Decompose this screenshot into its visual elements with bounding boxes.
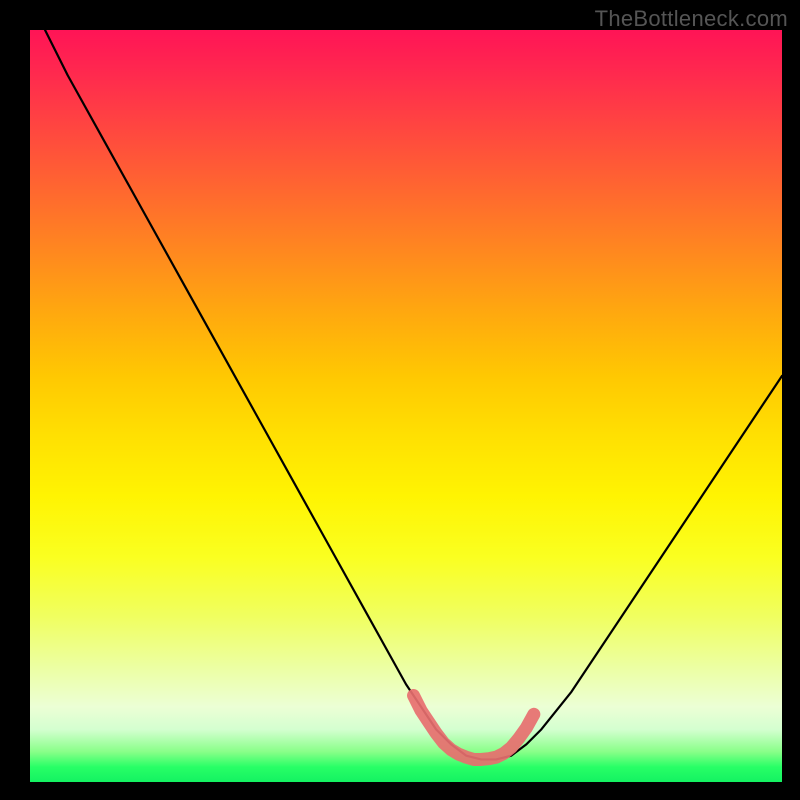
watermark-text: TheBottleneck.com [595,6,788,32]
chart-plot-area [30,30,782,782]
optimal-range-marker-path [414,696,534,760]
chart-svg [30,30,782,782]
bottleneck-curve-path [45,30,782,759]
